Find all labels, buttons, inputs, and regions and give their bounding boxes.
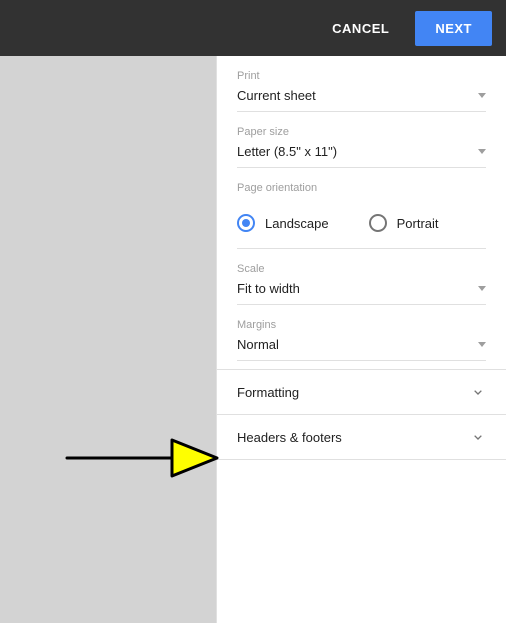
radio-checked-icon: [237, 214, 255, 232]
scale-dropdown[interactable]: Fit to width: [237, 281, 486, 305]
print-label: Print: [237, 70, 486, 82]
radio-unchecked-icon: [369, 214, 387, 232]
orientation-label: Page orientation: [237, 182, 486, 194]
next-button[interactable]: NEXT: [415, 11, 492, 46]
landscape-label: Landscape: [265, 216, 329, 231]
print-value: Current sheet: [237, 88, 316, 103]
caret-down-icon: [478, 149, 486, 154]
caret-down-icon: [478, 93, 486, 98]
print-section: Print Current sheet: [217, 56, 506, 112]
paper-size-dropdown[interactable]: Letter (8.5" x 11"): [237, 144, 486, 168]
orientation-radios: Landscape Portrait: [237, 200, 486, 249]
scale-label: Scale: [237, 263, 486, 275]
chevron-down-icon: [470, 384, 486, 400]
margins-label: Margins: [237, 319, 486, 331]
headers-footers-label: Headers & footers: [237, 430, 342, 445]
landscape-radio[interactable]: Landscape: [237, 214, 329, 232]
chevron-down-icon: [470, 429, 486, 445]
settings-panel: Print Current sheet Paper size Letter (8…: [216, 56, 506, 623]
formatting-label: Formatting: [237, 385, 299, 400]
main-area: Print Current sheet Paper size Letter (8…: [0, 56, 506, 623]
paper-size-label: Paper size: [237, 126, 486, 138]
caret-down-icon: [478, 286, 486, 291]
orientation-section: Page orientation Landscape Portrait: [217, 168, 506, 249]
headers-footers-row[interactable]: Headers & footers: [217, 415, 506, 460]
formatting-row[interactable]: Formatting: [217, 369, 506, 415]
caret-down-icon: [478, 342, 486, 347]
portrait-label: Portrait: [397, 216, 439, 231]
margins-value: Normal: [237, 337, 279, 352]
portrait-radio[interactable]: Portrait: [369, 214, 439, 232]
print-dropdown[interactable]: Current sheet: [237, 88, 486, 112]
paper-size-section: Paper size Letter (8.5" x 11"): [217, 112, 506, 168]
dialog-header: CANCEL NEXT: [0, 0, 506, 56]
print-preview: [0, 56, 216, 623]
paper-size-value: Letter (8.5" x 11"): [237, 144, 337, 159]
scale-value: Fit to width: [237, 281, 300, 296]
cancel-button[interactable]: CANCEL: [324, 11, 397, 46]
margins-dropdown[interactable]: Normal: [237, 337, 486, 361]
scale-section: Scale Fit to width: [217, 249, 506, 305]
margins-section: Margins Normal: [217, 305, 506, 361]
